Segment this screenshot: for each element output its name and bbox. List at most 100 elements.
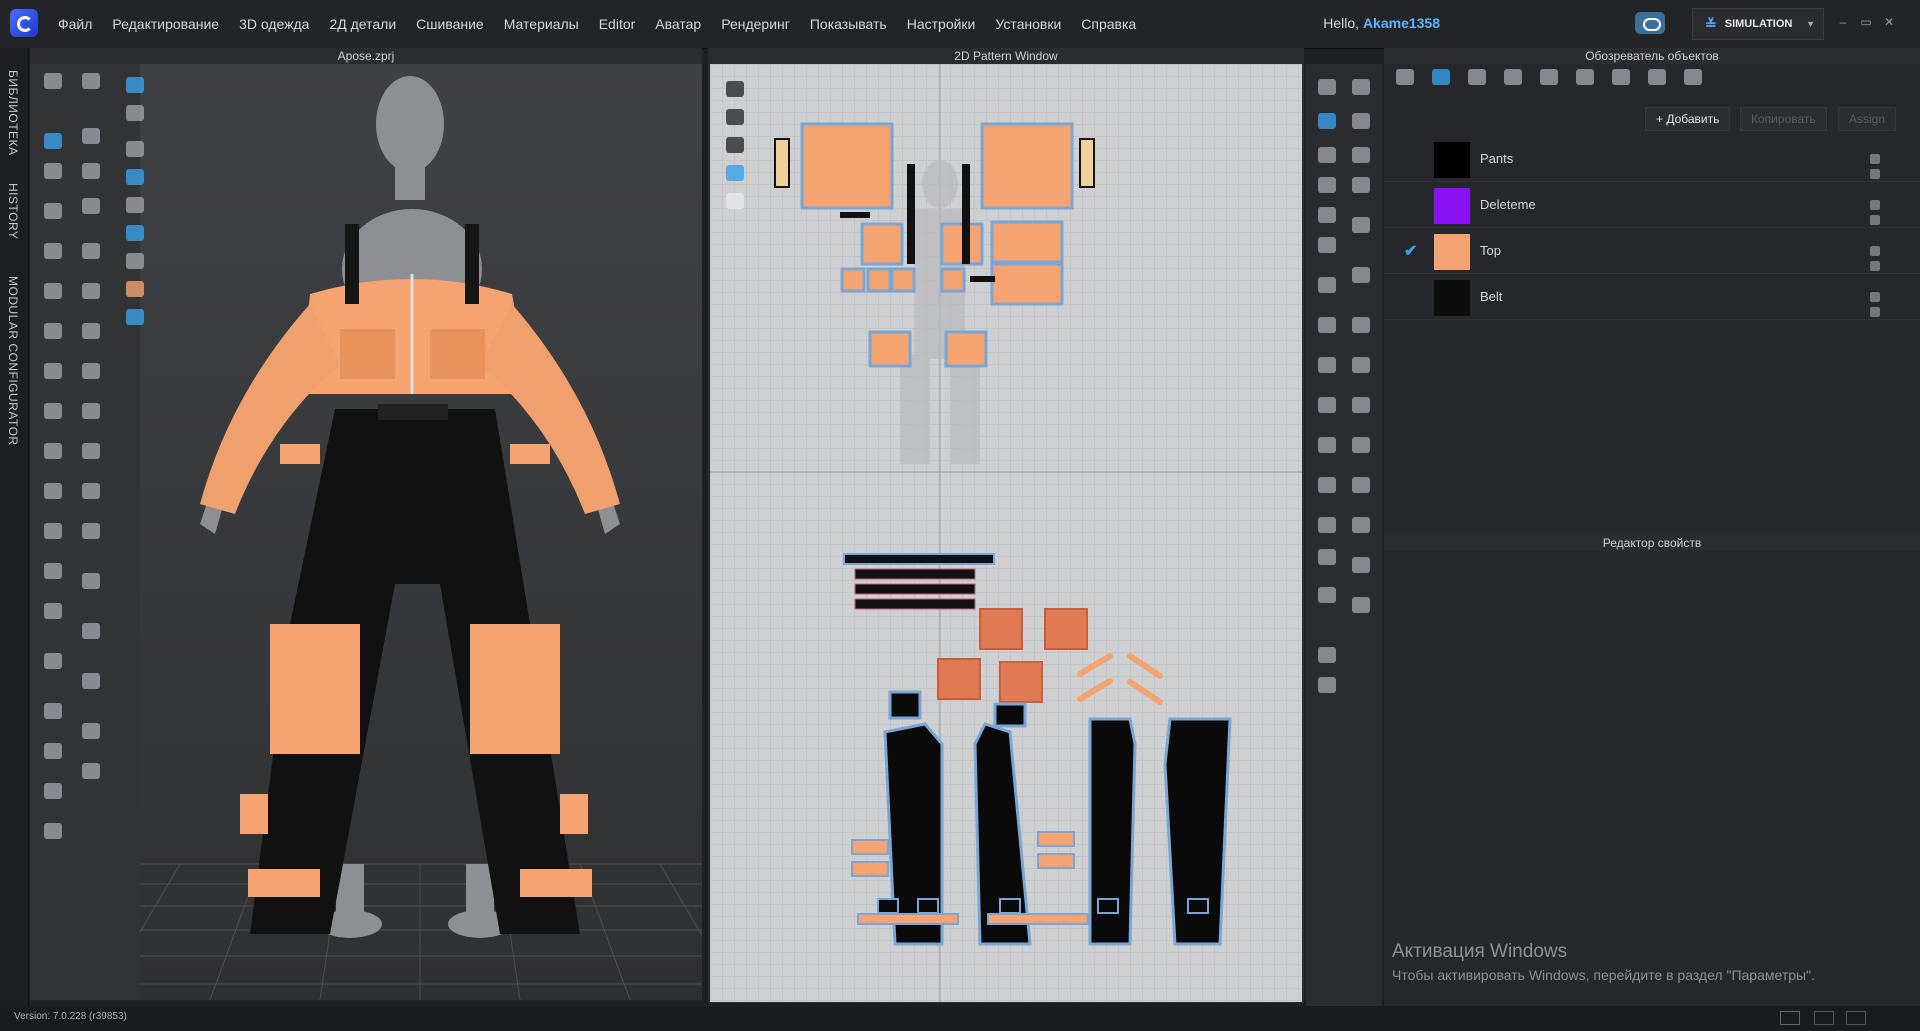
menu-settings[interactable]: Настройки [907, 16, 976, 32]
display-avatar-silhouette-icon[interactable] [122, 194, 148, 216]
display-garment-icon[interactable] [122, 138, 148, 160]
menu-editor[interactable]: Editor [599, 16, 636, 32]
close-icon[interactable]: ✕ [1881, 14, 1897, 30]
copy-icon[interactable] [1870, 154, 1880, 164]
seam-tab-icon[interactable] [1572, 66, 1598, 88]
arrow-tool-icon[interactable] [78, 760, 104, 782]
2d-curve-icon[interactable] [1314, 144, 1340, 166]
copy-icon[interactable] [1870, 200, 1880, 210]
2d-edit-point-icon[interactable] [1314, 110, 1340, 132]
maximize-icon[interactable]: ▭ [1858, 14, 1874, 30]
mode-selector[interactable]: ≚ SIMULATION ▼ [1692, 8, 1824, 40]
pin-icon[interactable] [40, 280, 66, 302]
2d-free-sew-icon[interactable] [1348, 144, 1374, 166]
view-split-icon[interactable] [1780, 1011, 1800, 1025]
needle-icon[interactable] [40, 700, 66, 722]
menu-file[interactable]: Файл [58, 16, 92, 32]
menu-edit[interactable]: Редактирование [112, 16, 219, 32]
2d-fit-icon[interactable] [1314, 474, 1340, 496]
trace-icon[interactable] [40, 320, 66, 342]
2d-cut-icon[interactable] [1314, 314, 1340, 336]
2d-transform-icon[interactable] [1314, 76, 1340, 98]
username[interactable]: Akame1358 [1363, 15, 1440, 31]
select-move-icon[interactable] [40, 70, 66, 92]
free-sew-icon[interactable] [78, 160, 104, 182]
sew-icon[interactable] [78, 125, 104, 147]
avatar-fit-icon[interactable] [40, 440, 66, 462]
display-avatar-icon[interactable] [122, 102, 148, 124]
view-2d-icon[interactable] [1846, 1011, 1866, 1025]
menu-help[interactable]: Справка [1081, 16, 1136, 32]
layer-icon[interactable] [78, 620, 104, 642]
pattern-select-icon[interactable] [722, 78, 748, 100]
edit-pattern-icon[interactable] [40, 160, 66, 182]
2d-sew-icon[interactable] [1348, 76, 1374, 98]
jacket-icon[interactable] [40, 780, 66, 802]
menu-2d-pattern[interactable]: 2Д детали [329, 16, 396, 32]
menu-render[interactable]: Рендеринг [721, 16, 790, 32]
hanger-icon[interactable] [40, 650, 66, 672]
2d-lasso-icon[interactable] [1314, 354, 1340, 376]
2d-unfold-icon[interactable] [1314, 394, 1340, 416]
display-fabric-icon[interactable] [122, 74, 148, 96]
steam-icon[interactable] [40, 400, 66, 422]
measure-tab-icon[interactable] [1680, 66, 1706, 88]
2d-internal-rect-icon[interactable] [1314, 204, 1340, 226]
2d-check-sew-icon[interactable] [1348, 174, 1374, 196]
2d-buttonhole-icon[interactable] [1348, 394, 1374, 416]
fold-arrange-icon[interactable] [40, 200, 66, 222]
display-mesh-icon[interactable] [122, 222, 148, 244]
ruler-icon[interactable] [40, 740, 66, 762]
object-row[interactable]: Pants [1384, 137, 1920, 182]
garment-icon[interactable] [40, 480, 66, 502]
object-row[interactable]: Deleteme [1384, 183, 1920, 228]
menu-display[interactable]: Показывать [810, 16, 887, 32]
2d-grid-icon[interactable] [1348, 594, 1374, 616]
2d-avatar-icon[interactable] [1314, 644, 1340, 666]
minimize-icon[interactable]: – [1835, 14, 1851, 30]
trim-tab-icon[interactable] [1644, 66, 1670, 88]
color-swatch[interactable] [1434, 142, 1470, 178]
view-3d-icon[interactable] [1814, 1011, 1834, 1025]
2d-align-icon[interactable] [1314, 434, 1340, 456]
tab-history[interactable]: HISTORY [6, 183, 20, 239]
transform-icon[interactable] [40, 130, 66, 152]
delete-icon[interactable] [1870, 169, 1880, 179]
2d-grade-icon[interactable] [1314, 584, 1340, 606]
seam-icon[interactable] [78, 195, 104, 217]
topstitch-tab-icon[interactable] [1536, 66, 1562, 88]
tab-library[interactable]: БИБЛИОТЕКА [6, 70, 20, 156]
delete-icon[interactable] [1870, 261, 1880, 271]
zipper-icon[interactable] [78, 480, 104, 502]
copy-button[interactable]: Копировать [1740, 107, 1827, 131]
shape-icon[interactable] [78, 670, 104, 692]
display-environment-icon[interactable] [122, 306, 148, 328]
display-shading-icon[interactable] [122, 250, 148, 272]
pattern-fabric-icon[interactable] [722, 162, 748, 184]
2d-dart-icon[interactable] [1314, 234, 1340, 256]
tab-modular-configurator[interactable]: MODULAR CONFIGURATOR [6, 276, 20, 446]
coat-icon[interactable] [40, 820, 66, 842]
pattern-view-icon[interactable] [722, 106, 748, 128]
2d-segment-sew-icon[interactable] [1348, 110, 1374, 132]
avatar-3d-scene[interactable] [140, 64, 702, 1000]
2d-topstitch-icon[interactable] [1348, 314, 1374, 336]
puckering-icon[interactable] [78, 320, 104, 342]
delete-icon[interactable] [1870, 307, 1880, 317]
assign-button[interactable]: Assign [1838, 107, 1897, 131]
menu-avatar[interactable]: Аватар [655, 16, 701, 32]
2d-piping-icon[interactable] [1348, 474, 1374, 496]
buttonhole-icon[interactable] [78, 440, 104, 462]
object-row[interactable]: Belt [1384, 275, 1920, 320]
color-swatch[interactable] [1434, 234, 1470, 270]
2d-rectangle-icon[interactable] [1314, 174, 1340, 196]
2d-texture-icon[interactable] [1348, 264, 1374, 286]
dress-icon[interactable] [40, 600, 66, 622]
object-row[interactable]: ✔ Top [1384, 229, 1920, 274]
block-icon[interactable] [78, 720, 104, 742]
app-logo-icon[interactable] [10, 9, 38, 37]
delete-icon[interactable] [1870, 215, 1880, 225]
copy-icon[interactable] [1870, 292, 1880, 302]
menu-materials[interactable]: Материалы [504, 16, 579, 32]
pattern-info-icon[interactable] [722, 134, 748, 156]
